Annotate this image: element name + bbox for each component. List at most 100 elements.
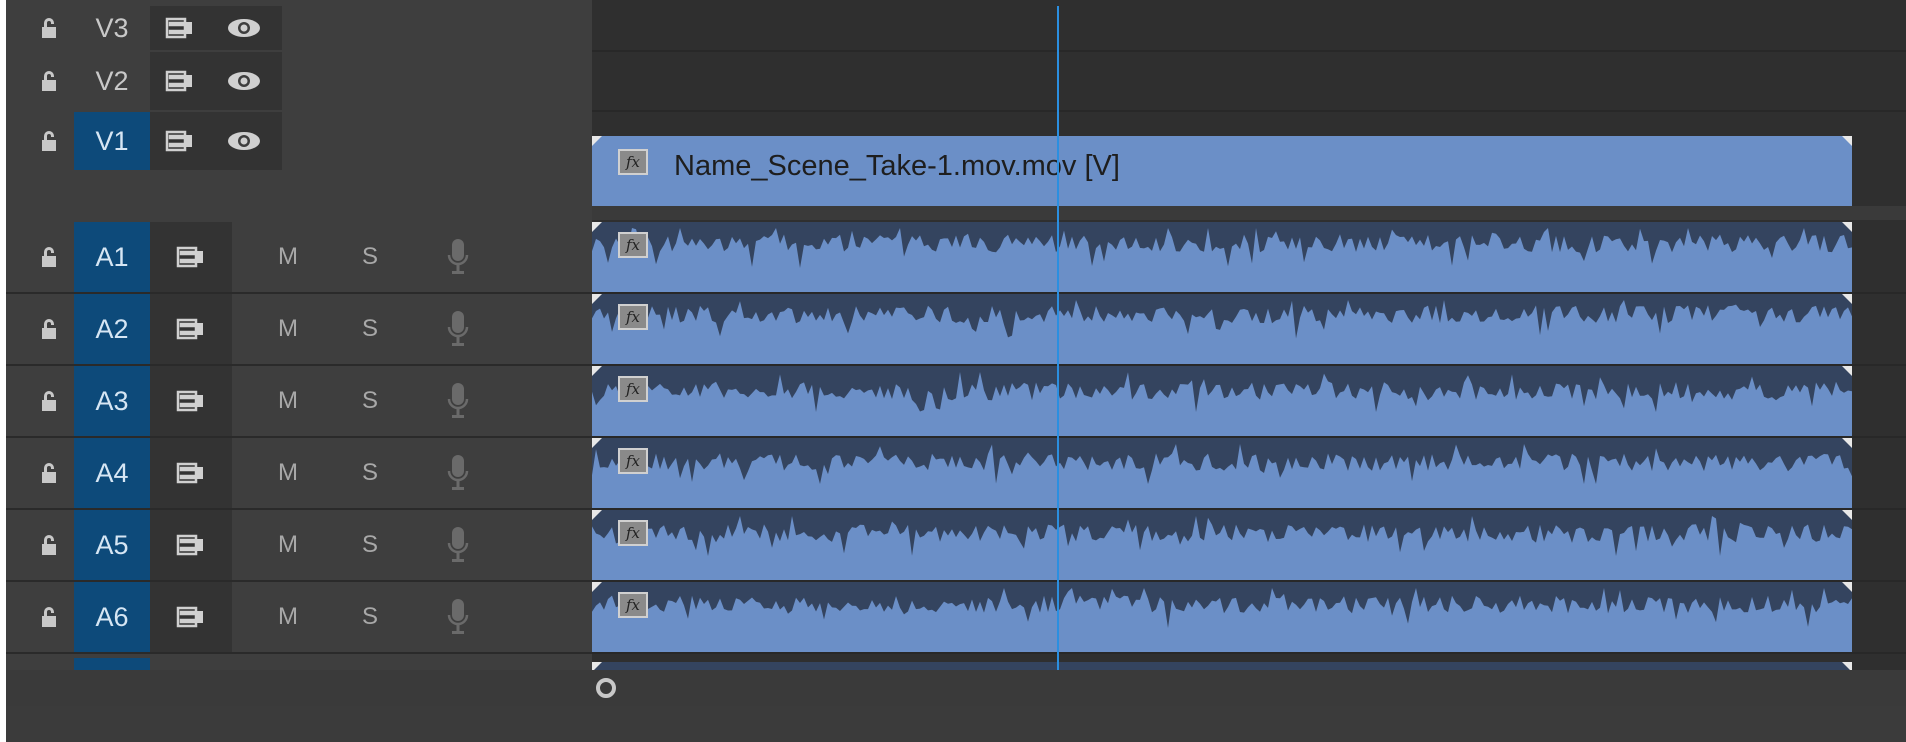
track-target-a2[interactable]: A2: [74, 294, 150, 364]
fx-badge[interactable]: fx: [618, 376, 648, 402]
fx-badge[interactable]: fx: [618, 232, 648, 258]
lock-icon[interactable]: [30, 510, 70, 580]
track-target-a4[interactable]: A4: [74, 438, 150, 508]
audio-clip-a4[interactable]: fx: [592, 438, 1852, 508]
panel-left-edge: [0, 0, 6, 742]
mute-label: M: [278, 243, 298, 270]
header-divider: [6, 652, 592, 654]
clip-corner: [1842, 294, 1852, 304]
solo-button[interactable]: S: [350, 510, 390, 580]
fx-badge[interactable]: fx: [618, 149, 648, 175]
track-label: A6: [95, 601, 129, 632]
fx-badge[interactable]: fx: [618, 304, 648, 330]
microphone-icon[interactable]: [438, 510, 478, 580]
audio-clip-a5[interactable]: fx: [592, 510, 1852, 580]
lock-icon[interactable]: [30, 582, 70, 652]
track-target-v1[interactable]: V1: [74, 112, 150, 170]
lock-icon[interactable]: [30, 6, 70, 50]
sync-lock-icon[interactable]: [150, 438, 232, 508]
solo-button[interactable]: S: [350, 222, 390, 292]
lock-icon[interactable]: [30, 52, 70, 110]
mute-button[interactable]: M: [268, 438, 308, 508]
mute-label: M: [278, 603, 298, 630]
eye-icon[interactable]: [222, 6, 266, 50]
sync-lock-icon[interactable]: [150, 366, 232, 436]
waveform-shape: [592, 510, 1852, 556]
mute-button[interactable]: M: [268, 222, 308, 292]
solo-button[interactable]: S: [350, 582, 390, 652]
lock-icon[interactable]: [30, 438, 70, 508]
playhead[interactable]: [1057, 6, 1059, 672]
lock-icon[interactable]: [30, 294, 70, 364]
sync-lock-icon[interactable]: [160, 52, 200, 110]
zoom-handle[interactable]: [596, 678, 616, 698]
track-label: V2: [95, 65, 129, 96]
audio-clip-a6[interactable]: fx: [592, 582, 1852, 652]
solo-button[interactable]: S: [350, 366, 390, 436]
lock-icon[interactable]: [30, 366, 70, 436]
track-label: A4: [95, 457, 129, 488]
mute-button[interactable]: M: [268, 510, 308, 580]
sync-lock-icon[interactable]: [150, 510, 232, 580]
solo-label: S: [361, 531, 378, 558]
fx-badge[interactable]: fx: [618, 520, 648, 546]
track-target-v2[interactable]: V2: [74, 52, 150, 110]
sync-lock-icon[interactable]: [150, 222, 232, 292]
clip-corner: [592, 366, 602, 376]
track-label: A5: [95, 529, 129, 560]
track-header-v3: V3: [6, 6, 592, 50]
lock-icon[interactable]: [30, 222, 70, 292]
waveform-shape: [592, 294, 1852, 339]
fx-badge[interactable]: fx: [618, 448, 648, 474]
mute-button[interactable]: M: [268, 582, 308, 652]
track-target-v3[interactable]: V3: [74, 6, 150, 50]
microphone-icon[interactable]: [438, 438, 478, 508]
fx-badge[interactable]: fx: [618, 592, 648, 618]
track-header-a1: A1 M S: [6, 222, 592, 292]
track-controls: [150, 6, 282, 50]
track-target-a5[interactable]: A5: [74, 510, 150, 580]
track-header-a5: A5 M S: [6, 510, 592, 580]
mute-button[interactable]: M: [268, 294, 308, 364]
sync-lock-icon[interactable]: [150, 294, 232, 364]
clip-corner: [592, 662, 602, 670]
clip-corner: [1842, 136, 1852, 146]
microphone-icon[interactable]: [438, 222, 478, 292]
mute-label: M: [278, 459, 298, 486]
waveform-shape: [592, 366, 1852, 412]
track-header-a2: A2 M S: [6, 294, 592, 364]
zoom-scroll-bar[interactable]: [6, 670, 1906, 706]
eye-icon[interactable]: [222, 52, 266, 110]
panel-footer: [6, 706, 1906, 742]
audio-clip-partial[interactable]: [592, 662, 1852, 670]
audio-clip-a1[interactable]: fx: [592, 222, 1852, 292]
lock-icon[interactable]: [30, 112, 70, 170]
audio-clip-a2[interactable]: fx: [592, 294, 1852, 364]
track-label: A2: [95, 313, 129, 344]
sync-lock-icon[interactable]: [160, 6, 200, 50]
audio-clip-a3[interactable]: fx: [592, 366, 1852, 436]
timeline-tracks[interactable]: fx Name_Scene_Take-1.mov.mov [V] fx fx fx f…: [592, 0, 1906, 670]
microphone-icon[interactable]: [438, 582, 478, 652]
audio-waveform: [592, 366, 1852, 412]
track-target-partial: [74, 658, 150, 670]
clip-corner: [1842, 510, 1852, 520]
track-headers: V3 V2 V1 A1 M S A2 M S A3 M S A4 M S A5 M S A6 M S: [6, 0, 592, 670]
sync-lock-icon[interactable]: [160, 112, 200, 170]
track-target-a1[interactable]: A1: [74, 222, 150, 292]
video-clip[interactable]: fx Name_Scene_Take-1.mov.mov [V]: [592, 136, 1852, 206]
sync-lock-icon[interactable]: [150, 582, 232, 652]
solo-button[interactable]: S: [350, 438, 390, 508]
track-target-a3[interactable]: A3: [74, 366, 150, 436]
mute-button[interactable]: M: [268, 366, 308, 436]
track-controls: [150, 52, 282, 110]
solo-label: S: [361, 603, 378, 630]
mute-label: M: [278, 315, 298, 342]
solo-label: S: [361, 243, 378, 270]
eye-icon[interactable]: [222, 112, 266, 170]
audio-waveform: [592, 294, 1852, 339]
microphone-icon[interactable]: [438, 294, 478, 364]
track-target-a6[interactable]: A6: [74, 582, 150, 652]
microphone-icon[interactable]: [438, 366, 478, 436]
solo-button[interactable]: S: [350, 294, 390, 364]
